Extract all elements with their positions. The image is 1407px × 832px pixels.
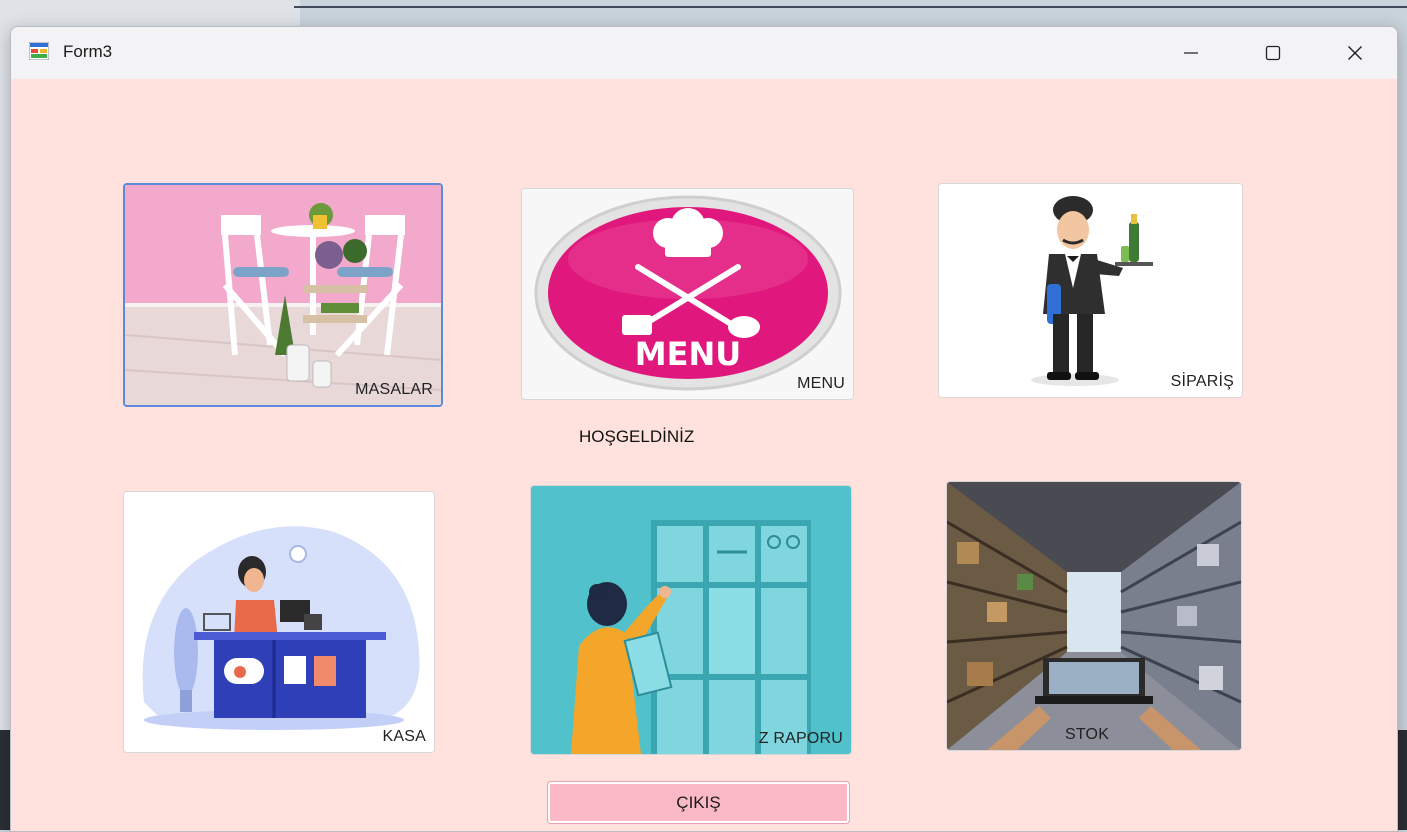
stok-label: STOK (1065, 726, 1110, 743)
cashier-image (124, 492, 434, 752)
z-raporu-label: Z RAPORU (758, 730, 843, 747)
menu-badge-image: MENU (522, 189, 853, 399)
report-image (531, 486, 851, 754)
tables-image (125, 185, 441, 405)
maximize-button[interactable] (1245, 33, 1301, 73)
form-window: Form3 MASALAR MENU MENU SİPARİŞ HOŞGELDİ… (10, 26, 1398, 832)
form-app-icon (29, 42, 49, 60)
close-button[interactable] (1327, 33, 1383, 73)
menu-badge-text: MENU (635, 335, 741, 373)
siparis-button[interactable]: SİPARİŞ (938, 183, 1243, 398)
minimize-icon (1184, 52, 1198, 54)
title-bar[interactable]: Form3 (11, 27, 1397, 79)
z-raporu-button[interactable]: Z RAPORU (530, 485, 852, 755)
exit-button[interactable]: ÇIKIŞ (548, 782, 849, 823)
waiter-image (939, 184, 1242, 397)
stok-button[interactable]: STOK (946, 481, 1242, 751)
masalar-label: MASALAR (355, 381, 433, 398)
siparis-label: SİPARİŞ (1170, 373, 1234, 390)
close-icon (1348, 46, 1362, 60)
menu-button[interactable]: MENU MENU (521, 188, 854, 400)
menu-label: MENU (797, 375, 845, 392)
welcome-text: HOŞGELDİNİZ (579, 427, 695, 446)
maximize-icon (1265, 45, 1281, 61)
window-title: Form3 (63, 42, 113, 61)
masalar-button[interactable]: MASALAR (123, 183, 443, 407)
kasa-button[interactable]: KASA (123, 491, 435, 753)
desktop-window-edge (294, 6, 1407, 8)
warehouse-image (947, 482, 1241, 750)
minimize-button[interactable] (1163, 33, 1219, 73)
kasa-label: KASA (382, 728, 426, 745)
